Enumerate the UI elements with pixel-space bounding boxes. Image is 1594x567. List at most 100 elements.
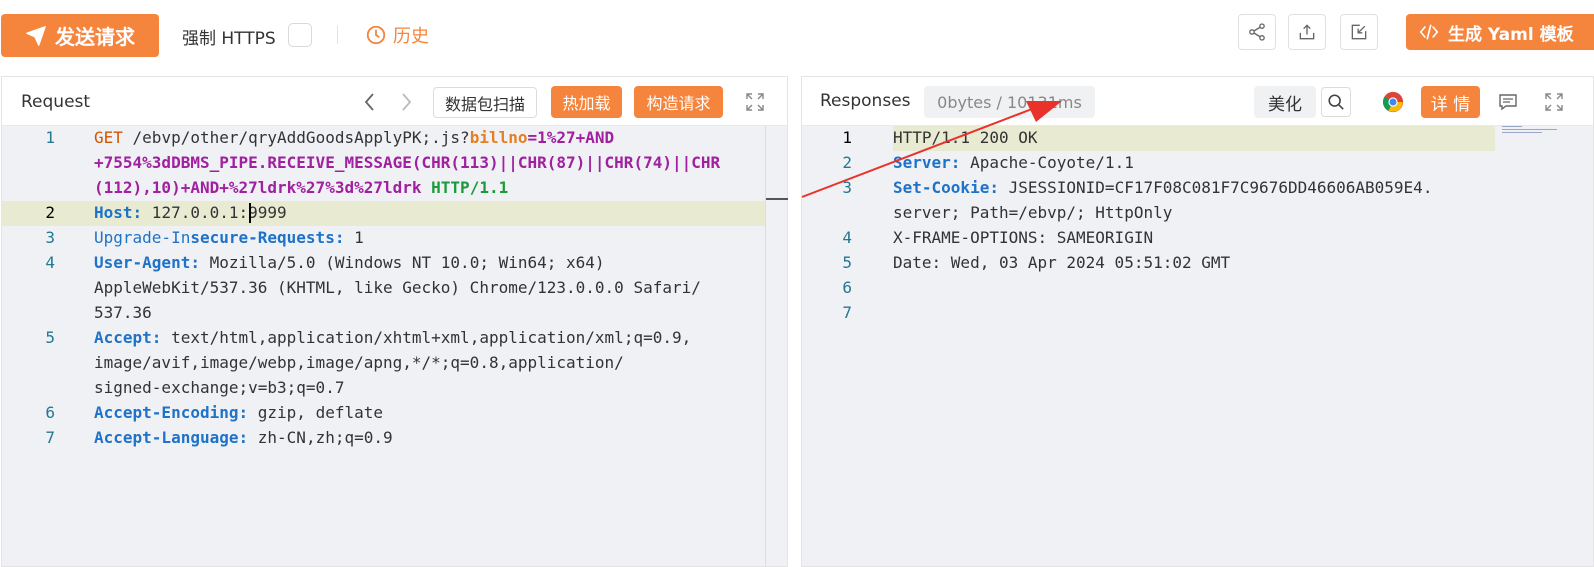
force-https-checkbox[interactable]	[288, 23, 312, 47]
comment-icon[interactable]	[1498, 92, 1518, 112]
code-text: Server: Apache-Coyote/1.1	[893, 150, 1134, 175]
construct-request-button[interactable]: 构造请求	[634, 86, 723, 118]
chevron-left-icon[interactable]	[360, 91, 380, 113]
import-button[interactable]	[1340, 14, 1378, 50]
packet-scan-button[interactable]: 数据包扫描	[433, 87, 537, 118]
send-request-label: 发送请求	[55, 25, 135, 49]
code-text: 537.36	[94, 300, 152, 325]
code-line: 3 Upgrade-Insecure-Requests: 1	[2, 225, 787, 250]
code-token: image/avif,image/webp,image/apng,*/*;q=0…	[94, 353, 624, 372]
line-number: 2	[45, 203, 55, 222]
line-number: 4	[842, 228, 852, 247]
code-line: 5 Date: Wed, 03 Apr 2024 05:51:02 GMT	[802, 250, 1593, 275]
line-number: 3	[842, 178, 852, 197]
beautify-label: 美化	[1268, 94, 1302, 115]
send-request-button[interactable]: 发送请求	[1, 14, 159, 57]
code-line: 2 Server: Apache-Coyote/1.1	[802, 150, 1593, 175]
search-button[interactable]	[1321, 87, 1351, 117]
code-line: 7	[802, 300, 1593, 325]
request-panel-header: Request 数据包扫描 热加载 构造请求	[2, 77, 787, 126]
text-cursor	[249, 203, 251, 223]
code-token: 537.36	[94, 303, 152, 322]
code-token: AppleWebKit/537.36 (KHTML, like Gecko) C…	[94, 278, 701, 297]
code-text: Set-Cookie: JSESSIONID=CF17F08C081F7C967…	[893, 175, 1432, 200]
code-token: 127.0.0.1:9999	[142, 203, 287, 222]
code-text: Accept-Language: zh-CN,zh;q=0.9	[94, 425, 393, 450]
code-token: Accept-Language	[94, 428, 239, 447]
export-button[interactable]	[1288, 14, 1326, 50]
code-token: gzip, deflate	[248, 403, 383, 422]
history-button[interactable]: 历史	[365, 22, 429, 48]
line-number: 5	[842, 253, 852, 272]
request-title: Request	[21, 92, 91, 112]
hot-reload-button[interactable]: 热加载	[551, 86, 622, 118]
code-line: 5 Accept: text/html,application/xhtml+xml…	[2, 325, 787, 350]
code-token: 1	[344, 228, 364, 247]
code-token: /ebvp/other/qryAddGoodsApplyPK;.js?	[122, 128, 470, 147]
line-number: 5	[45, 328, 55, 347]
code-text: +7554%3dDBMS_PIPE.RECEIVE_MESSAGE(CHR(11…	[94, 150, 720, 175]
line-number: 2	[842, 153, 852, 172]
request-editor[interactable]: 1 GET /ebvp/other/qryAddGoodsApplyPK;.js?…	[2, 126, 788, 567]
code-token: Mozilla/5.0 (Windows NT 10.0; Win64; x64…	[199, 253, 605, 272]
code-line: 1 HTTP/1.1 200 OK	[802, 125, 1593, 150]
beautify-button[interactable]: 美化	[1254, 86, 1316, 118]
generate-yaml-button[interactable]: 生成 Yaml 模板	[1406, 14, 1594, 50]
code-text: (112),10)+AND+%27ldrk%27%3d%27ldrk HTTP/…	[94, 175, 508, 200]
response-panel-header: Responses 0bytes / 10131ms 美化 详 情	[802, 77, 1593, 126]
code-token: JSESSIONID=CF17F08C081F7C9676DD46606AB05…	[998, 178, 1433, 197]
code-token: GET	[94, 128, 123, 147]
code-token: :	[950, 153, 961, 172]
clock-icon	[366, 25, 386, 45]
code-line: 6 Accept-Encoding: gzip, deflate	[2, 400, 787, 425]
line-number: 7	[842, 303, 852, 322]
code-line: server; Path=/ebvp/; HttpOnly	[802, 200, 1593, 225]
chrome-icon[interactable]	[1382, 91, 1404, 113]
share-button[interactable]	[1238, 14, 1276, 50]
code-icon	[1419, 24, 1439, 40]
force-https-label: 强制 HTTPS	[182, 29, 276, 49]
code-line: 6	[802, 275, 1593, 300]
code-text: Date: Wed, 03 Apr 2024 05:51:02 GMT	[893, 250, 1230, 275]
response-editor[interactable]: 1 HTTP/1.1 200 OK 2 Server: Apache-Coyote/1…	[802, 126, 1593, 567]
construct-request-label: 构造请求	[646, 94, 711, 113]
line-number: 3	[45, 228, 55, 247]
chevron-right-icon[interactable]	[396, 91, 416, 113]
line-number: 6	[45, 403, 55, 422]
request-panel: Request 数据包扫描 热加载 构造请求 1 GET /ebvp/other/…	[1, 76, 788, 567]
send-icon	[26, 25, 46, 46]
code-token: Upgrade-In	[94, 228, 191, 247]
code-line: 537.36	[2, 300, 787, 325]
code-token: signed-exchange;v=b3;q=0.7	[94, 378, 345, 397]
code-token: +7554%3dDBMS_PIPE.RECEIVE_MESSAGE(CHR(11…	[94, 153, 721, 172]
code-token: Accept	[94, 328, 152, 347]
size-time-badge: 0bytes / 10131ms	[924, 86, 1095, 118]
code-text: signed-exchange;v=b3;q=0.7	[94, 375, 344, 400]
code-token: text/html,application/xhtml+xml,applicat…	[161, 328, 692, 347]
history-label: 历史	[393, 26, 429, 47]
details-button[interactable]: 详 情	[1421, 86, 1480, 118]
fullscreen-icon[interactable]	[745, 92, 765, 112]
details-label: 详 情	[1430, 94, 1471, 115]
response-panel: Responses 0bytes / 10131ms 美化 详 情 1 HTTP/…	[801, 76, 1594, 567]
code-line: 2 Host: 127.0.0.1:9999	[2, 200, 787, 225]
code-line: AppleWebKit/537.36 (KHTML, like Gecko) C…	[2, 275, 787, 300]
code-line: image/avif,image/webp,image/apng,*/*;q=0…	[2, 350, 787, 375]
code-token: :	[190, 253, 200, 272]
hot-reload-label: 热加载	[562, 94, 611, 113]
code-text: User-Agent: Mozilla/5.0 (Windows NT 10.0…	[94, 250, 605, 275]
code-token: X-FRAME-OPTIONS: SAMEORIGIN	[893, 228, 1154, 247]
code-token: Apache-Coyote/1.1	[960, 153, 1134, 172]
import-icon	[1351, 24, 1367, 40]
fullscreen-icon[interactable]	[1544, 92, 1564, 112]
top-toolbar: 发送请求 强制 HTTPS 历史 生成 Yaml 模板	[0, 0, 1594, 72]
code-token: :	[238, 428, 249, 447]
code-token: Server	[893, 153, 951, 172]
code-token: Set-Cookie	[893, 178, 990, 197]
code-token: billno	[469, 128, 528, 147]
code-token: =1%27+AND	[527, 128, 615, 147]
search-icon	[1328, 94, 1344, 110]
share-icon	[1249, 23, 1265, 41]
code-token: server; Path=/ebvp/; HttpOnly	[893, 203, 1173, 222]
